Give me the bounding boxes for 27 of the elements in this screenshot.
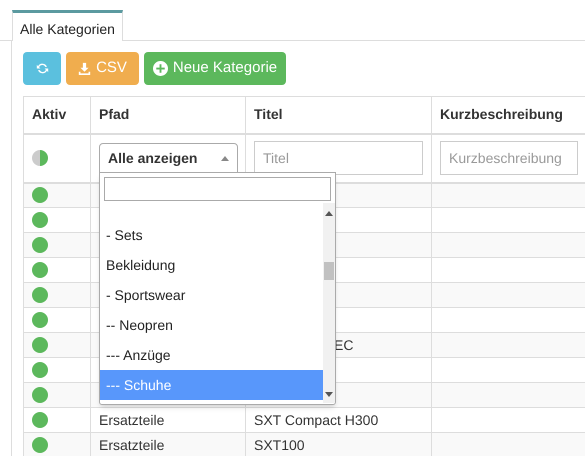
dropdown-option[interactable]: -- Neopren [100, 310, 324, 340]
status-half-icon[interactable] [32, 150, 48, 166]
column-header: Pfad [90, 96, 246, 134]
download-icon [78, 62, 92, 75]
dropdown-option[interactable]: - Sportswear [100, 280, 324, 310]
table-cell: SXT100 [254, 436, 305, 452]
title-filter-field[interactable]: Titel [254, 141, 423, 175]
path-select[interactable]: Alle anzeigen [99, 143, 238, 173]
caret-up-icon [221, 156, 229, 160]
scroll-up-icon[interactable] [325, 211, 334, 216]
dropdown-option[interactable]: - Sets [100, 220, 324, 250]
table-cell: Ersatzteile [99, 412, 164, 428]
column-header: Titel [246, 96, 432, 134]
dropdown-option[interactable]: Bekleidung [100, 250, 324, 280]
dropdown-search-field[interactable] [104, 177, 331, 201]
dropdown-option[interactable]: --- Anzüge [100, 340, 324, 370]
column-header: Aktiv [24, 96, 90, 134]
table-cell: Ersatzteile [99, 436, 164, 452]
scrollbar[interactable] [323, 203, 335, 403]
description-filter-field[interactable]: Kurzbeschreibung [440, 141, 578, 175]
table-cell: SXT Compact H300 [254, 412, 378, 428]
scrollbar-thumb[interactable] [324, 262, 334, 280]
scroll-down-icon[interactable] [325, 392, 334, 397]
tab[interactable]: Alle Kategorien [12, 10, 123, 41]
plus-circle-icon [152, 61, 168, 76]
refresh-button[interactable] [23, 52, 61, 85]
refresh-icon [36, 62, 48, 75]
